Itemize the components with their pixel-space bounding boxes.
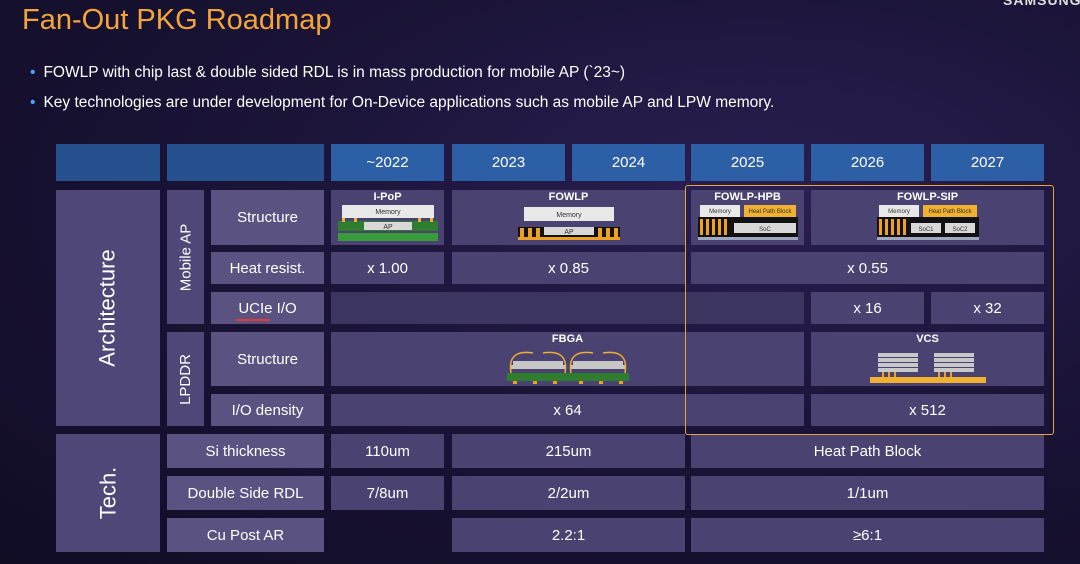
group-tech: Tech.	[56, 434, 160, 552]
year-header: 2024	[572, 144, 685, 181]
heat-resist-2023: x 0.85	[452, 252, 685, 284]
year-header: 2027	[931, 144, 1044, 181]
cu-post-2025: ≥6:1	[691, 518, 1044, 552]
svg-text:Memory: Memory	[375, 209, 401, 216]
brand-logo: SAMSUNG	[1003, 0, 1080, 8]
year-header: 2026	[811, 144, 924, 181]
fbga-label: FBGA	[551, 333, 584, 345]
svg-text:AP: AP	[564, 229, 574, 236]
ipop-label: I-PoP	[373, 191, 402, 203]
svg-text:Memory: Memory	[556, 212, 582, 219]
rdl-2022: 7/8um	[331, 476, 444, 510]
rdl-2023: 2/2um	[452, 476, 685, 510]
group-architecture: Architecture	[56, 190, 160, 426]
row-label-io-density: I/O density	[211, 394, 324, 426]
fowlp-label: FOWLP	[548, 191, 589, 203]
bullet-item: • Key technologies are under development …	[30, 94, 775, 111]
highlight-outline	[685, 185, 1054, 435]
row-label-double-side-rdl: Double Side RDL	[167, 476, 324, 510]
heat-resist-2022: x 1.00	[331, 252, 444, 284]
ipop-cell: I-PoP AP Memory	[331, 190, 444, 245]
si-thickness-2023: 215um	[452, 434, 685, 468]
fbga-package-icon	[506, 351, 629, 384]
fowlp-package-icon: AP Memory	[517, 207, 620, 240]
row-label-lpddr-structure: Structure	[211, 332, 324, 386]
svg-text:AP: AP	[383, 224, 393, 231]
cu-post-2023: 2.2:1	[452, 518, 685, 552]
bullet-item: • FOWLP with chip last & double sided RDL…	[30, 64, 626, 81]
page-title: Fan-Out PKG Roadmap	[22, 4, 332, 36]
row-label-heat-resist: Heat resist.	[211, 252, 324, 284]
header-blank-2	[167, 144, 324, 181]
spellcheck-underline	[236, 319, 270, 321]
si-thickness-2022: 110um	[331, 434, 444, 468]
row-label-si-thickness: Si thickness	[167, 434, 324, 468]
fowlp-cell: FOWLP AP Memory	[452, 190, 685, 245]
year-header: 2023	[452, 144, 565, 181]
si-thickness-2025: Heat Path Block	[691, 434, 1044, 468]
header-blank-1	[56, 144, 160, 181]
rdl-2025: 1/1um	[691, 476, 1044, 510]
bullet-icon: •	[30, 94, 36, 111]
bullet-list: • FOWLP with chip last & double sided RDL…	[30, 58, 774, 118]
ipop-package-icon: AP Memory	[337, 205, 438, 241]
year-header: 2025	[691, 144, 804, 181]
subgroup-mobile-ap: Mobile AP	[167, 190, 204, 324]
row-label-structure: Structure	[211, 190, 324, 245]
subgroup-lpddr: LPDDR	[167, 332, 204, 426]
row-label-cu-post-ar: Cu Post AR	[167, 518, 324, 552]
year-header: ~2022	[331, 144, 444, 181]
bullet-icon: •	[30, 64, 36, 81]
